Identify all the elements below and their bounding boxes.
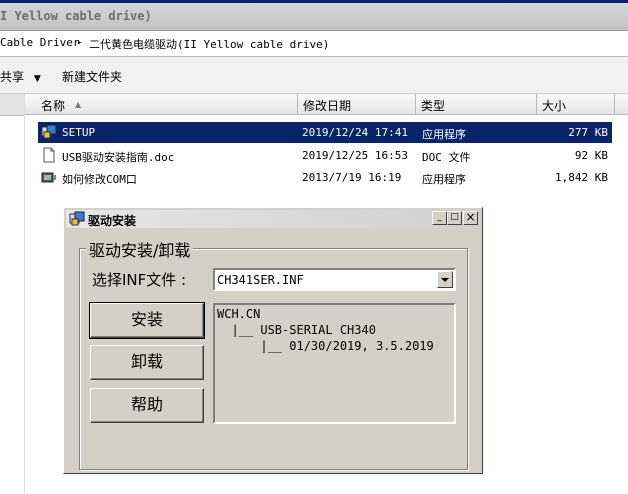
setup-app-icon [41, 124, 57, 139]
file-type: 应用程序 [422, 173, 466, 186]
file-row-guide-doc[interactable]: USB驱动安装指南.doc 2019/12/25 16:53 DOC 文件 92… [38, 145, 612, 166]
file-row-setup[interactable]: SETUP 2019/12/24 17:41 应用程序 277 KB [38, 122, 612, 143]
breadcrumb-current-folder[interactable]: 二代黄色电缆驱动(II Yellow cable drive) [89, 36, 329, 52]
driver-info-panel: WCH.CN |__ USB-SERIAL CH340 |__ 01/30/20… [213, 303, 456, 424]
column-modified-label: 修改日期 [303, 99, 352, 113]
info-line-version: |__ 01/30/2019, 3.5.2019 [217, 339, 434, 353]
file-modified: 2019/12/24 17:41 [302, 126, 408, 139]
install-button[interactable]: 安装 [89, 302, 205, 339]
help-button[interactable]: 帮助 [90, 388, 204, 423]
maximize-button[interactable]: □ [447, 211, 462, 225]
close-button[interactable]: × [463, 211, 478, 225]
column-header-modified[interactable]: 修改日期 [298, 94, 416, 115]
command-toolbar: 共享 ▼ 新建文件夹 [0, 57, 628, 94]
column-header-size[interactable]: 大小 [537, 94, 615, 115]
title-accent-line [0, 0, 628, 3]
info-line-vendor: WCH.CN [217, 307, 261, 321]
file-size: 1,842 KB [555, 171, 608, 184]
dropdown-arrow-icon[interactable] [437, 271, 453, 288]
column-name-label: 名称 [41, 99, 66, 113]
maximize-icon: □ [450, 212, 459, 222]
column-header-type[interactable]: 类型 [416, 94, 537, 115]
file-modified: 2013/7/19 16:19 [302, 171, 402, 184]
inf-file-label: 选择INF文件 : [92, 271, 187, 289]
file-name: USB驱动安装指南.doc [62, 151, 175, 164]
breadcrumb-chevron-icon[interactable]: ▸ [77, 38, 82, 48]
share-label: 共享 [0, 70, 25, 84]
app-icon [41, 172, 56, 183]
file-name: SETUP [62, 126, 96, 139]
breadcrumb-cable-driver[interactable]: Cable Driver [0, 36, 79, 49]
sort-ascending-icon: ▲ [75, 100, 82, 109]
explorer-title: I Yellow cable drive) [0, 9, 152, 23]
driver-install-dialog: 驱动安装 _ □ × 驱动安装/卸载 选择INF文件 : CH341SER.IN… [63, 207, 483, 474]
file-type: 应用程序 [422, 128, 466, 141]
column-type-label: 类型 [421, 99, 446, 113]
navigation-pane-header [0, 94, 24, 116]
address-bar[interactable]: Cable Driver ▸ 二代黄色电缆驱动(II Yellow cable … [0, 31, 628, 57]
column-header-filler [615, 94, 628, 115]
dialog-title: 驱动安装 [88, 214, 137, 228]
info-line-device: |__ USB-SERIAL CH340 [217, 323, 376, 337]
file-name: 如何修改COM口 [62, 173, 137, 186]
uninstall-button[interactable]: 卸载 [90, 345, 204, 380]
chevron-down-icon: ▼ [33, 74, 41, 84]
file-type: DOC 文件 [422, 151, 471, 164]
dialog-app-icon [69, 211, 85, 226]
file-size: 277 KB [568, 126, 608, 139]
inf-file-value: CH341SER.INF [217, 273, 304, 287]
minimize-button[interactable]: _ [432, 211, 447, 225]
column-size-label: 大小 [542, 99, 567, 113]
new-folder-button[interactable]: 新建文件夹 [62, 68, 122, 85]
minimize-icon: _ [437, 212, 442, 222]
column-header-name[interactable]: 名称 ▲ [25, 94, 298, 115]
share-menu[interactable]: 共享 ▼ [0, 68, 41, 85]
document-icon [43, 147, 55, 163]
file-row-com-tool[interactable]: 如何修改COM口 2013/7/19 16:19 应用程序 1,842 KB [38, 167, 612, 188]
group-label: 驱动安装/卸载 [86, 237, 194, 261]
navigation-pane[interactable] [0, 94, 25, 494]
dialog-title-bar[interactable]: 驱动安装 _ □ × [66, 210, 480, 228]
inf-file-select[interactable]: CH341SER.INF [213, 268, 456, 291]
close-icon: × [465, 210, 476, 224]
file-size: 92 KB [574, 149, 608, 162]
file-modified: 2019/12/25 16:53 [302, 149, 408, 162]
explorer-title-bar: I Yellow cable drive) [0, 0, 628, 31]
